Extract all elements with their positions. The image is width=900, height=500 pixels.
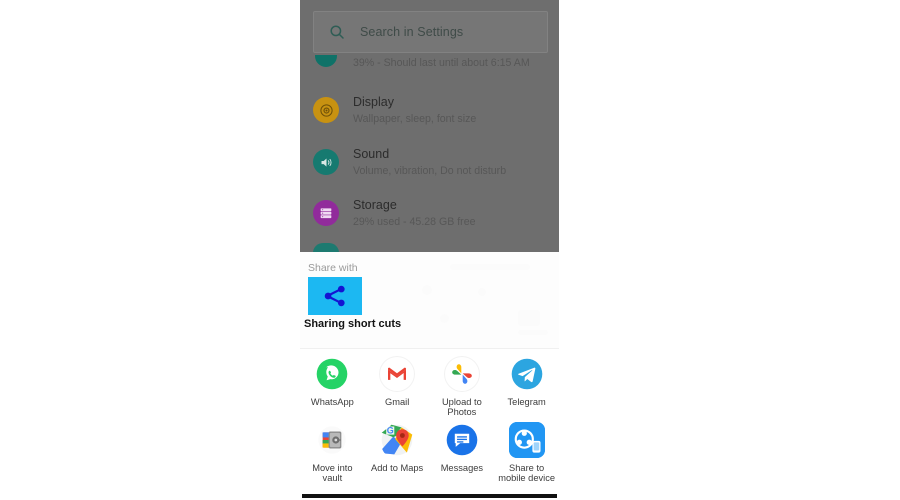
settings-row-text: 39% - Should last until about 6:15 AM — [353, 57, 530, 70]
share-app-whatsapp[interactable]: WhatsApp — [300, 356, 365, 417]
settings-row-title: Display — [353, 95, 394, 109]
messages-icon — [443, 422, 480, 458]
share-app-label: WhatsApp — [310, 397, 354, 407]
share-sheet: Share with Sharing short cuts WhatsApp G… — [300, 252, 559, 492]
share-app-move-into-vault[interactable]: Move into vault — [300, 422, 365, 483]
gmail-icon — [379, 356, 416, 392]
google-maps-icon: G — [379, 422, 416, 458]
settings-row-text: Sound Volume, vibration, Do not disturb — [353, 147, 506, 178]
search-placeholder-text: Search in Settings — [360, 25, 464, 39]
brightness-icon — [313, 97, 339, 124]
share-app-label: Move into vault — [312, 463, 353, 484]
settings-row-partial-icon — [313, 243, 339, 252]
share-app-label: Gmail — [384, 397, 410, 407]
settings-background-dimmed: Search in Settings 39% - Should last unt… — [300, 0, 559, 252]
share-app-label: Messages — [440, 463, 484, 473]
settings-row-subtitle: Volume, vibration, Do not disturb — [353, 164, 507, 177]
settings-row-text: Display Wallpaper, sleep, font size — [353, 95, 476, 126]
share-app-label: Upload to Photos — [441, 397, 482, 418]
settings-row-title: Storage — [353, 198, 397, 212]
share-app-row-2: Move into vault G Add to Maps Messages S… — [300, 422, 559, 483]
search-input[interactable]: Search in Settings — [313, 11, 548, 53]
svg-text:G: G — [387, 426, 394, 436]
share-app-upload-to-photos[interactable]: Upload to Photos — [430, 356, 495, 417]
settings-row-text: Storage 29% used - 45.28 GB free — [353, 198, 476, 229]
share-shortcut-pane: Share with Sharing short cuts — [300, 252, 559, 349]
google-photos-icon — [443, 356, 480, 392]
share-nodes-icon — [324, 285, 345, 307]
share-app-add-to-maps[interactable]: G Add to Maps — [365, 422, 430, 483]
share-app-messages[interactable]: Messages — [430, 422, 495, 483]
share-app-telegram[interactable]: Telegram — [494, 356, 559, 417]
shareit-icon — [508, 422, 545, 458]
phone-screen: Search in Settings 39% - Should last unt… — [300, 0, 559, 500]
navigation-bar[interactable] — [300, 492, 559, 500]
sharing-shortcut-label: Sharing short cuts — [304, 318, 402, 330]
share-app-label: Share to mobile device — [498, 463, 556, 484]
share-app-label: Telegram — [507, 397, 546, 407]
settings-row-subtitle: 39% - Should last until about 6:15 AM — [353, 57, 530, 69]
settings-row-storage[interactable]: Storage 29% used - 45.28 GB free — [300, 198, 559, 229]
search-icon — [330, 25, 344, 39]
share-app-label: Add to Maps — [371, 463, 424, 473]
volume-icon — [313, 149, 339, 176]
share-app-share-to-mobile-device[interactable]: Share to mobile device — [494, 422, 559, 483]
settings-row-display[interactable]: Display Wallpaper, sleep, font size — [300, 95, 559, 126]
telegram-icon — [508, 356, 545, 392]
settings-row-battery[interactable]: 39% - Should last until about 6:15 AM — [300, 54, 559, 70]
screenshot-canvas: Search in Settings 39% - Should last unt… — [0, 0, 900, 500]
sharing-shortcut-tile[interactable] — [308, 277, 362, 315]
share-with-label: Share with — [308, 262, 358, 274]
storage-icon — [313, 200, 339, 227]
settings-row-title: Sound — [353, 147, 390, 161]
vault-icon — [314, 422, 351, 458]
share-app-row-1: WhatsApp Gmail Upload to Photos Telegram — [300, 356, 559, 417]
settings-row-subtitle: Wallpaper, sleep, font size — [353, 112, 477, 125]
whatsapp-icon — [314, 356, 351, 392]
settings-row-subtitle: 29% used - 45.28 GB free — [353, 215, 476, 228]
settings-row-sound[interactable]: Sound Volume, vibration, Do not disturb — [300, 147, 559, 178]
share-app-gmail[interactable]: Gmail — [365, 356, 430, 417]
battery-icon — [313, 54, 339, 69]
